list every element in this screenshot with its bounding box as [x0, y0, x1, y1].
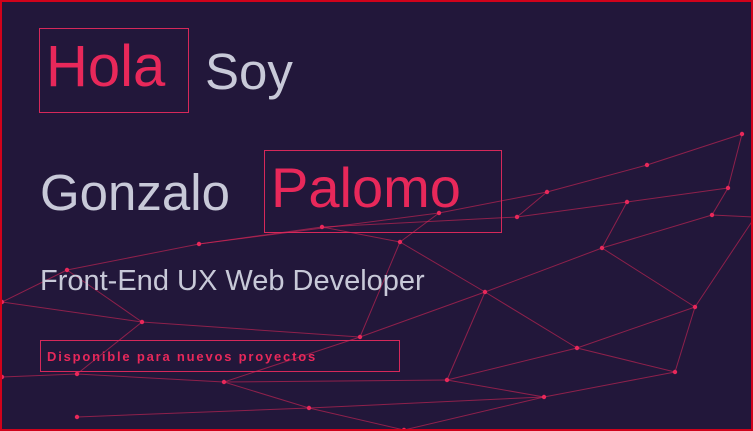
network-link — [76, 407, 310, 418]
network-node — [196, 241, 202, 247]
network-link — [406, 396, 545, 429]
greeting-hola-box: Hola — [39, 28, 189, 113]
network-node — [541, 394, 547, 400]
network-link — [484, 291, 578, 349]
network-node — [692, 304, 698, 310]
network-link — [601, 201, 628, 249]
network-link — [694, 222, 751, 308]
network-link — [516, 201, 628, 218]
network-link — [2, 301, 143, 323]
network-link — [359, 291, 486, 338]
network-node — [739, 131, 745, 137]
network-link — [626, 187, 729, 203]
network-link — [446, 291, 486, 381]
network-node — [357, 334, 363, 340]
network-node — [725, 185, 731, 191]
network-link — [711, 187, 729, 216]
network-node — [74, 371, 80, 377]
network-link — [601, 247, 696, 308]
network-node — [139, 319, 145, 325]
network-link — [446, 379, 545, 398]
network-node — [482, 289, 488, 295]
greeting-soy-text: Soy — [205, 43, 293, 100]
last-name-text: Palomo — [271, 156, 461, 219]
availability-badge[interactable]: Disponible para nuevos proyectos — [40, 340, 400, 372]
network-link — [711, 214, 751, 218]
network-link — [308, 407, 402, 429]
network-node — [672, 369, 678, 375]
first-name-text: Gonzalo — [40, 164, 230, 221]
network-link — [223, 381, 310, 409]
network-node — [306, 405, 312, 411]
network-link — [446, 347, 578, 381]
network-node — [2, 299, 5, 305]
network-node — [544, 189, 550, 195]
network-node — [624, 199, 630, 205]
network-link — [546, 164, 648, 193]
hero-section: Hola Soy Gonzalo Palomo Front-End UX Web… — [0, 0, 753, 431]
network-link — [727, 133, 743, 189]
network-node — [599, 245, 605, 251]
network-link — [76, 373, 225, 383]
network-node — [514, 214, 520, 220]
network-link — [308, 396, 545, 409]
network-node — [74, 414, 80, 420]
network-link — [674, 306, 696, 373]
network-link — [484, 247, 603, 293]
network-link — [576, 347, 676, 373]
network-link — [141, 321, 361, 338]
network-node — [221, 379, 227, 385]
network-link — [2, 373, 78, 378]
network-link — [543, 371, 676, 398]
network-link — [601, 214, 713, 249]
network-link — [576, 306, 696, 349]
network-node — [644, 162, 650, 168]
greeting-hola-text: Hola — [46, 34, 166, 99]
last-name-box: Palomo — [264, 150, 502, 233]
network-node — [444, 377, 450, 383]
job-title: Front-End UX Web Developer — [40, 265, 425, 297]
network-link — [223, 379, 448, 383]
network-node — [574, 345, 580, 351]
network-node — [709, 212, 715, 218]
network-link — [646, 133, 743, 166]
network-node — [2, 374, 5, 380]
network-node — [397, 239, 403, 245]
